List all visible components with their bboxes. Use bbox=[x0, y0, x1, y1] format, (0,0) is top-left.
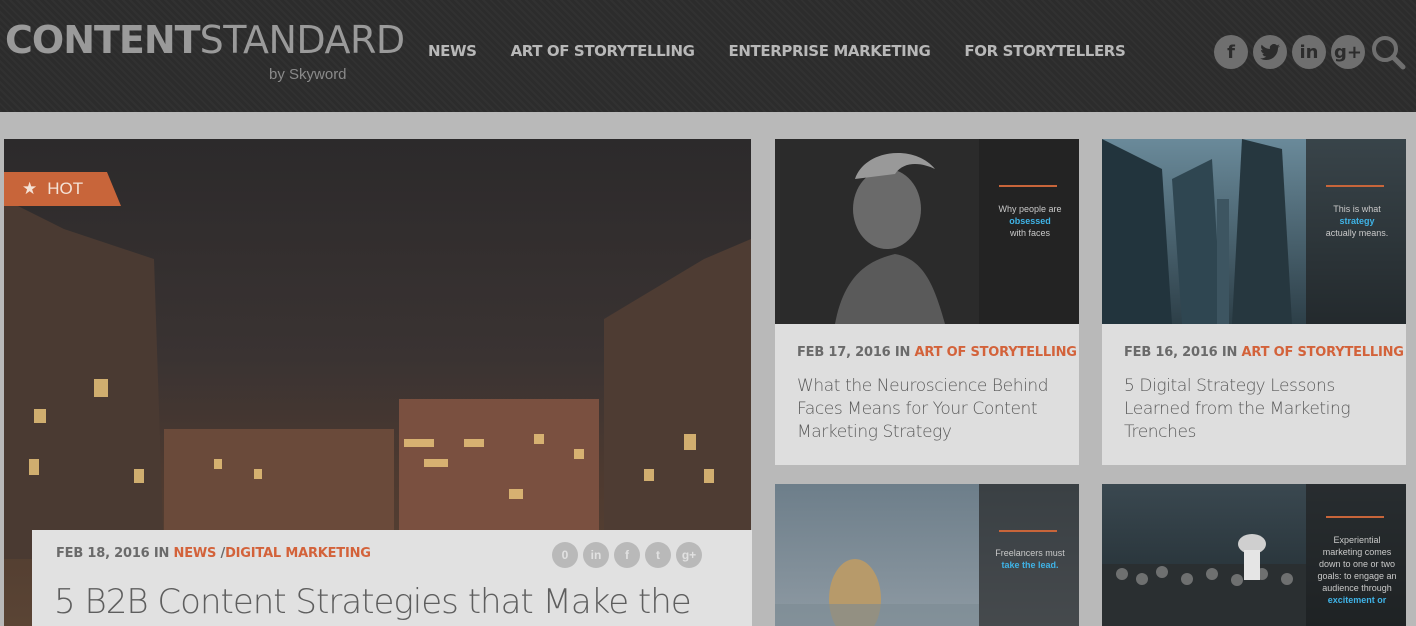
social-links: f in g+ bbox=[1214, 34, 1406, 70]
article-card-image[interactable]: Why people are obsessed with faces bbox=[775, 139, 1079, 324]
overlay-text-post: actually means. bbox=[1325, 228, 1389, 238]
hero-date: FEB 18, 2016 IN bbox=[56, 546, 170, 561]
googleplus-share-icon[interactable]: g+ bbox=[676, 542, 702, 568]
comment-count-icon[interactable]: 0 bbox=[552, 542, 578, 568]
overlay-rule bbox=[999, 530, 1057, 532]
hero-meta: FEB 18, 2016 IN NEWS /DIGITAL MARKETING bbox=[56, 546, 371, 561]
hero-category-news[interactable]: NEWS bbox=[174, 546, 217, 561]
article-category[interactable]: ART OF STORYTELLING bbox=[915, 345, 1077, 360]
nav-art-of-storytelling[interactable]: ART OF STORYTELLING bbox=[511, 42, 695, 60]
overlay-text-highlight: strategy bbox=[1339, 216, 1375, 226]
overlay-text-highlight: excitement or bbox=[1327, 595, 1387, 605]
article-card[interactable]: Experiential marketing comes down to one… bbox=[1102, 484, 1406, 626]
overlay-text: Freelancers must take the lead. bbox=[987, 547, 1073, 571]
logo-byline: by Skyword bbox=[269, 66, 347, 83]
overlay-rule bbox=[1326, 516, 1384, 518]
overlay-text-pre: Experiential marketing comes down to one… bbox=[1317, 535, 1397, 593]
article-card[interactable]: Why people are obsessed with faces FEB 1… bbox=[775, 139, 1079, 465]
article-title[interactable]: 5 Digital Strategy Lessons Learned from … bbox=[1124, 375, 1394, 444]
overlay-text: Why people are obsessed with faces bbox=[987, 203, 1073, 239]
overlay-text-pre: Freelancers must bbox=[995, 548, 1065, 558]
article-title[interactable]: What the Neuroscience Behind Faces Means… bbox=[797, 375, 1067, 444]
article-card[interactable]: Freelancers must take the lead. bbox=[775, 484, 1079, 626]
hero-category-digital-marketing[interactable]: DIGITAL MARKETING bbox=[225, 546, 371, 561]
hot-label: HOT bbox=[47, 179, 84, 198]
article-date: FEB 17, 2016 IN bbox=[797, 345, 911, 360]
overlay-text-pre: Why people are bbox=[998, 204, 1062, 214]
search-icon[interactable] bbox=[1370, 34, 1406, 70]
card-overlay-panel: This is what strategy actually means. bbox=[1306, 139, 1406, 324]
overlay-text-highlight: take the lead. bbox=[1001, 560, 1059, 570]
twitter-share-icon[interactable]: t bbox=[645, 542, 671, 568]
hero-share-icons: 0 in f t g+ bbox=[552, 542, 702, 568]
article-card-image[interactable]: Freelancers must take the lead. bbox=[775, 484, 1079, 626]
twitter-icon[interactable] bbox=[1253, 35, 1287, 69]
googleplus-icon[interactable]: g+ bbox=[1331, 35, 1365, 69]
article-card-image[interactable]: Experiential marketing comes down to one… bbox=[1102, 484, 1406, 626]
card-overlay-panel: Why people are obsessed with faces bbox=[979, 139, 1079, 324]
hot-badge: ★ HOT bbox=[4, 172, 121, 206]
facebook-icon[interactable]: f bbox=[1214, 35, 1248, 69]
overlay-text: Experiential marketing comes down to one… bbox=[1314, 534, 1400, 606]
article-card-image[interactable]: This is what strategy actually means. bbox=[1102, 139, 1406, 324]
linkedin-share-icon[interactable]: in bbox=[583, 542, 609, 568]
facebook-share-icon[interactable]: f bbox=[614, 542, 640, 568]
article-meta: FEB 17, 2016 IN ART OF STORYTELLING bbox=[797, 345, 1077, 360]
hero-title[interactable]: 5 B2B Content Strategies that Make the bbox=[54, 582, 692, 622]
overlay-rule bbox=[1326, 185, 1384, 187]
nav-for-storytellers[interactable]: FOR STORYTELLERS bbox=[964, 42, 1125, 60]
article-card[interactable]: This is what strategy actually means. FE… bbox=[1102, 139, 1406, 465]
overlay-text-pre: This is what bbox=[1333, 204, 1381, 214]
nav-news[interactable]: NEWS bbox=[428, 42, 477, 60]
article-meta: FEB 16, 2016 IN ART OF STORYTELLING bbox=[1124, 345, 1404, 360]
site-header: CONTENTSTANDARD by Skyword NEWS ART OF S… bbox=[0, 0, 1416, 112]
nav-enterprise-marketing[interactable]: ENTERPRISE MARKETING bbox=[729, 42, 931, 60]
hero-article-card[interactable]: FEB 18, 2016 IN NEWS /DIGITAL MARKETING … bbox=[32, 530, 752, 626]
linkedin-icon[interactable]: in bbox=[1292, 35, 1326, 69]
overlay-text-post: with faces bbox=[1009, 228, 1051, 238]
card-overlay-panel: Experiential marketing comes down to one… bbox=[1306, 484, 1406, 626]
logo-wordmark: CONTENTSTANDARD bbox=[5, 18, 405, 62]
star-icon: ★ bbox=[22, 179, 38, 198]
card-overlay-panel: Freelancers must take the lead. bbox=[979, 484, 1079, 626]
overlay-text: This is what strategy actually means. bbox=[1314, 203, 1400, 239]
overlay-rule bbox=[999, 185, 1057, 187]
article-date: FEB 16, 2016 IN bbox=[1124, 345, 1238, 360]
overlay-text-highlight: obsessed bbox=[1009, 216, 1051, 226]
article-category[interactable]: ART OF STORYTELLING bbox=[1242, 345, 1404, 360]
main-nav: NEWS ART OF STORYTELLING ENTERPRISE MARK… bbox=[428, 42, 1126, 60]
site-logo[interactable]: CONTENTSTANDARD by Skyword bbox=[5, 18, 405, 83]
